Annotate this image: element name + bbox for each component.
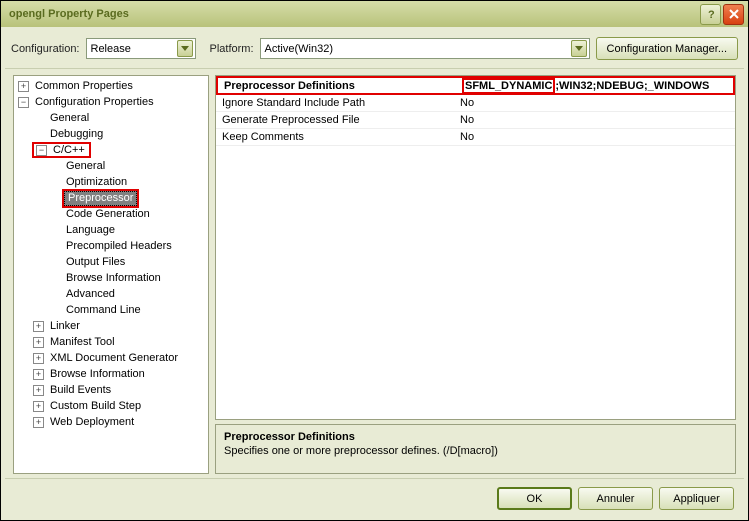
expand-icon[interactable]: + bbox=[33, 385, 44, 396]
tree-ccpp-output[interactable]: Output Files bbox=[14, 254, 208, 270]
titlebar: opengl Property Pages ? bbox=[1, 1, 748, 27]
tree-ccpp-language[interactable]: Language bbox=[14, 222, 208, 238]
grid-row-keep-comments[interactable]: Keep Comments No bbox=[216, 129, 735, 146]
grid-value: No bbox=[456, 114, 735, 126]
tree-ccpp[interactable]: −C/C++ bbox=[14, 142, 208, 158]
grid-value: No bbox=[456, 97, 735, 109]
grid-value: No bbox=[456, 131, 735, 143]
configuration-dropdown[interactable]: Release bbox=[86, 38, 196, 59]
grid-row-generate-preprocessed[interactable]: Generate Preprocessed File No bbox=[216, 112, 735, 129]
grid-key: Preprocessor Definitions bbox=[218, 80, 458, 92]
chevron-down-icon bbox=[177, 40, 193, 57]
tree-general[interactable]: General bbox=[14, 110, 208, 126]
configuration-value: Release bbox=[91, 43, 177, 55]
tree-manifest[interactable]: +Manifest Tool bbox=[14, 334, 208, 350]
tree-common-properties[interactable]: +Common Properties bbox=[14, 78, 208, 94]
right-panel: Preprocessor Definitions SFML_DYNAMIC;WI… bbox=[215, 75, 736, 474]
tree-ccpp-preprocessor[interactable]: Preprocessor bbox=[14, 190, 208, 206]
tree-linker[interactable]: +Linker bbox=[14, 318, 208, 334]
tree-ccpp-general[interactable]: General bbox=[14, 158, 208, 174]
help-button[interactable]: ? bbox=[700, 4, 721, 25]
highlighted-value: SFML_DYNAMIC bbox=[462, 78, 555, 94]
tree-ccpp-codegen[interactable]: Code Generation bbox=[14, 206, 208, 222]
ok-button[interactable]: OK bbox=[497, 487, 572, 510]
tree-ccpp-precompiled[interactable]: Precompiled Headers bbox=[14, 238, 208, 254]
grid-key: Ignore Standard Include Path bbox=[216, 97, 456, 109]
expand-icon[interactable]: + bbox=[33, 353, 44, 364]
tree-custombuild[interactable]: +Custom Build Step bbox=[14, 398, 208, 414]
dialog-buttons: OK Annuler Appliquer bbox=[5, 478, 744, 520]
property-pages-window: opengl Property Pages ? Configuration: R… bbox=[0, 0, 749, 521]
cancel-button[interactable]: Annuler bbox=[578, 487, 653, 510]
tree-xmldoc[interactable]: +XML Document Generator bbox=[14, 350, 208, 366]
tree-debugging[interactable]: Debugging bbox=[14, 126, 208, 142]
grid-key: Generate Preprocessed File bbox=[216, 114, 456, 126]
tree-panel[interactable]: +Common Properties −Configuration Proper… bbox=[13, 75, 209, 474]
main-area: +Common Properties −Configuration Proper… bbox=[5, 68, 744, 478]
grid-row-preprocessor-definitions[interactable]: Preprocessor Definitions SFML_DYNAMIC;WI… bbox=[216, 76, 735, 95]
apply-button[interactable]: Appliquer bbox=[659, 487, 734, 510]
configuration-label: Configuration: bbox=[11, 43, 80, 55]
configuration-manager-button[interactable]: Configuration Manager... bbox=[596, 37, 738, 60]
property-grid[interactable]: Preprocessor Definitions SFML_DYNAMIC;WI… bbox=[215, 75, 736, 420]
description-text: Specifies one or more preprocessor defin… bbox=[224, 445, 727, 457]
config-toolbar: Configuration: Release Platform: Active(… bbox=[1, 27, 748, 68]
tree-browseinfo[interactable]: +Browse Information bbox=[14, 366, 208, 382]
platform-dropdown[interactable]: Active(Win32) bbox=[260, 38, 590, 59]
tree-configuration-properties[interactable]: −Configuration Properties bbox=[14, 94, 208, 110]
chevron-down-icon bbox=[571, 40, 587, 57]
tree-ccpp-advanced[interactable]: Advanced bbox=[14, 286, 208, 302]
svg-text:?: ? bbox=[708, 9, 715, 20]
platform-value: Active(Win32) bbox=[265, 43, 571, 55]
platform-label: Platform: bbox=[210, 43, 254, 55]
description-panel: Preprocessor Definitions Specifies one o… bbox=[215, 424, 736, 474]
expand-icon[interactable]: + bbox=[33, 417, 44, 428]
grid-row-ignore-std-include[interactable]: Ignore Standard Include Path No bbox=[216, 95, 735, 112]
expand-icon[interactable]: + bbox=[33, 337, 44, 348]
grid-value: SFML_DYNAMIC;WIN32;NDEBUG;_WINDOWS bbox=[458, 80, 733, 92]
tree-ccpp-cmdline[interactable]: Command Line bbox=[14, 302, 208, 318]
tree-ccpp-browse[interactable]: Browse Information bbox=[14, 270, 208, 286]
grid-key: Keep Comments bbox=[216, 131, 456, 143]
expand-icon[interactable]: + bbox=[18, 81, 29, 92]
close-button[interactable] bbox=[723, 4, 744, 25]
expand-icon[interactable]: + bbox=[33, 401, 44, 412]
expand-icon[interactable]: + bbox=[33, 369, 44, 380]
collapse-icon[interactable]: − bbox=[18, 97, 29, 108]
window-title: opengl Property Pages bbox=[9, 8, 698, 20]
collapse-icon[interactable]: − bbox=[36, 145, 47, 156]
tree-webdeploy[interactable]: +Web Deployment bbox=[14, 414, 208, 430]
expand-icon[interactable]: + bbox=[33, 321, 44, 332]
description-title: Preprocessor Definitions bbox=[224, 431, 727, 443]
tree-buildevents[interactable]: +Build Events bbox=[14, 382, 208, 398]
